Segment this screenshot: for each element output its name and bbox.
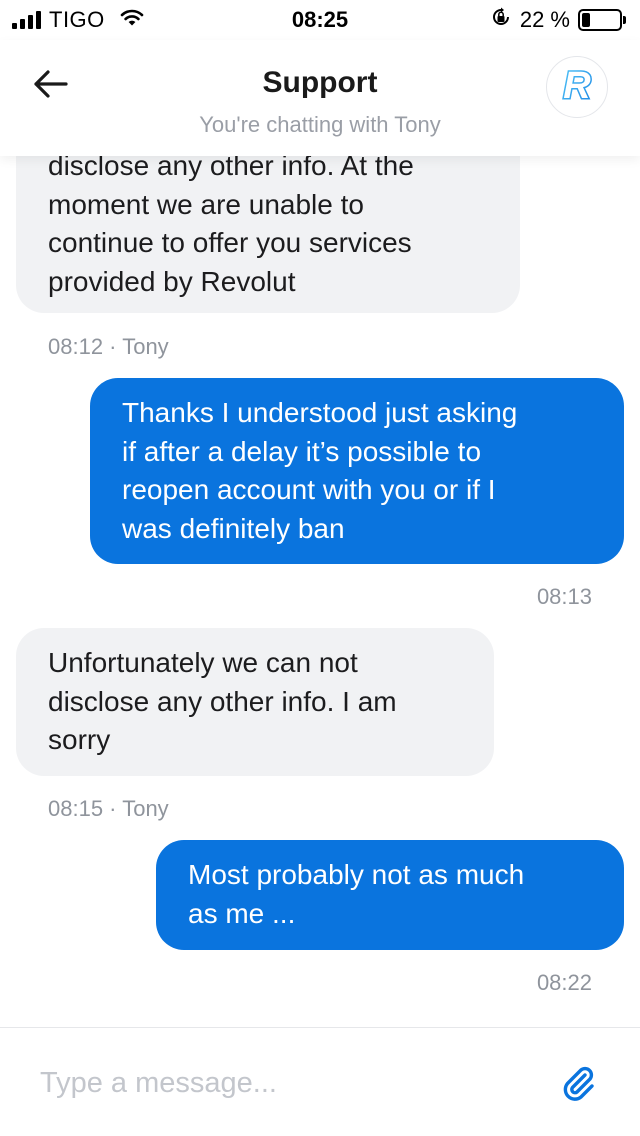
- message-list[interactable]: disclose any other info. At the moment w…: [0, 156, 640, 1026]
- status-right: 22 %: [490, 6, 626, 34]
- message-line: reopen account with you or if I: [122, 474, 496, 505]
- message-composer: [0, 1027, 640, 1136]
- message-bubble-outgoing: Thanks I understood just asking if after…: [90, 378, 624, 564]
- message-line: sorry: [48, 724, 111, 755]
- message-bubble-outgoing: Most probably not as much as me ...: [156, 840, 624, 950]
- message-meta: 08:13: [536, 584, 592, 609]
- message-line: Most probably not as much: [188, 859, 525, 890]
- message-line: moment we are unable to: [48, 188, 364, 220]
- status-bar: TIGO 08:25 22 %: [0, 0, 640, 40]
- wifi-icon: [119, 7, 145, 33]
- message-line: Thanks I understood just asking: [122, 397, 518, 428]
- message-line: was definitely ban: [122, 512, 345, 544]
- battery-fill: [582, 13, 590, 27]
- revolut-logo-icon: R: [559, 63, 595, 110]
- message-line: disclose any other info. I am: [48, 685, 397, 717]
- message-line: disclose any other info. At the: [48, 156, 414, 181]
- carrier-name: TIGO: [49, 7, 105, 32]
- signal-bars-icon: [12, 11, 41, 29]
- message-meta: 08:15 · Tony: [48, 796, 169, 821]
- battery-percent: 22 %: [519, 7, 570, 32]
- message-line: continue to offer you services: [48, 227, 412, 258]
- orientation-lock-icon: [490, 6, 512, 34]
- logo-letter: R: [563, 65, 591, 105]
- chat-header: Support You're chatting with Tony R: [0, 40, 640, 156]
- message-meta: 08:22: [536, 970, 592, 995]
- message-line: if after a delay it’s possible to: [122, 435, 482, 467]
- message-line: as me ...: [188, 897, 296, 929]
- message-line: Unfortunately we can not: [48, 647, 358, 678]
- battery-icon: [578, 9, 626, 31]
- paperclip-icon: [558, 1062, 598, 1107]
- message-line: provided by Revolut: [48, 265, 296, 297]
- message-meta: 08:12 · Tony: [48, 334, 169, 359]
- status-left: TIGO: [12, 7, 145, 33]
- message-input[interactable]: [40, 1058, 520, 1108]
- page-subtitle: You're chatting with Tony: [199, 112, 441, 137]
- page-title: Support: [262, 66, 378, 99]
- revolut-logo-button[interactable]: R: [546, 56, 608, 118]
- chat-screen: TIGO 08:25 22 % disclose any other info.…: [0, 0, 640, 1136]
- attach-button[interactable]: [556, 1062, 600, 1106]
- message-bubble-incoming: disclose any other info. At the moment w…: [16, 156, 520, 313]
- message-bubble-incoming: Unfortunately we can not disclose any ot…: [16, 628, 494, 776]
